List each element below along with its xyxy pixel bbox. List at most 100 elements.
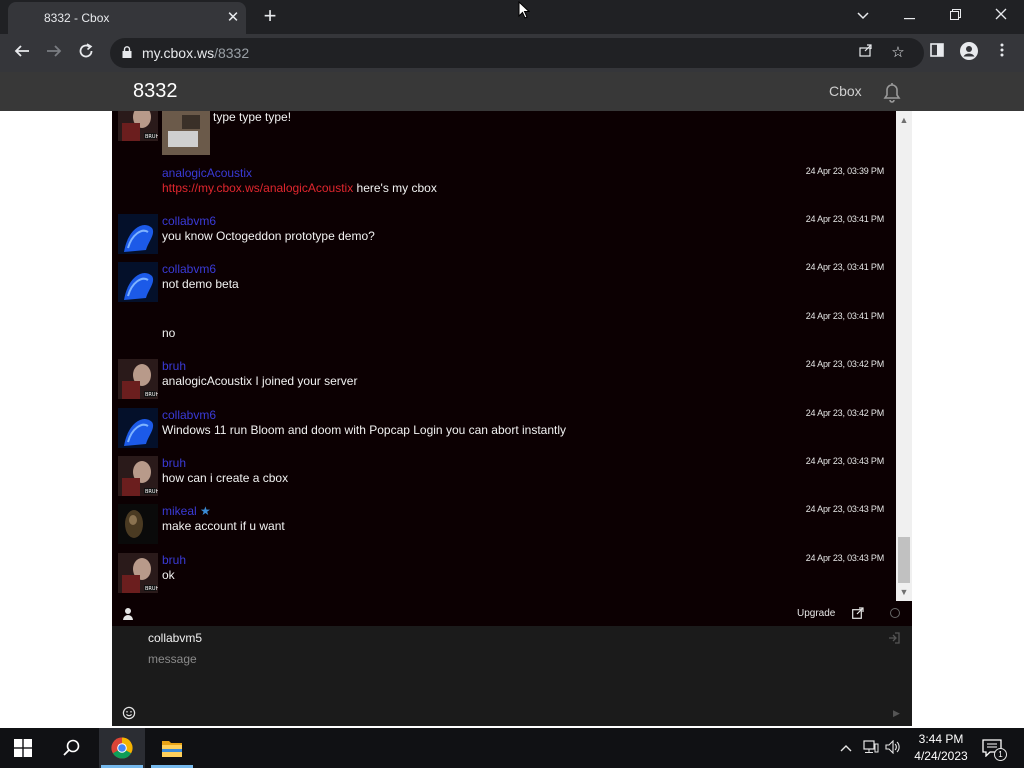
chat-toolbar: Upgrade — [112, 601, 912, 626]
scroll-up-arrow-icon[interactable]: ▲ — [896, 113, 912, 127]
message-timestamp: 24 Apr 23, 03:41 PM — [805, 311, 884, 321]
scroll-down-arrow-icon[interactable]: ▼ — [896, 585, 912, 599]
forward-icon[interactable] — [41, 40, 67, 66]
tab-strip: 8332 - Cbox ✕ + — [0, 0, 1024, 34]
windows-start-icon[interactable] — [14, 739, 32, 757]
chat-message: mikeal ★ make account if u want 24 Apr 2… — [112, 504, 896, 548]
message-username[interactable]: bruh — [162, 553, 186, 567]
reload-icon[interactable] — [73, 40, 99, 66]
bruh-avatar: BRUH — [118, 359, 158, 399]
message-username[interactable]: collabvm6 — [162, 262, 216, 276]
message-username[interactable]: analogicAcoustix — [162, 166, 252, 180]
chat-message: no 24 Apr 23, 03:41 PM — [112, 311, 896, 347]
message-username[interactable]: mikeal ★ — [162, 504, 211, 518]
message-timestamp: 24 Apr 23, 03:42 PM — [805, 359, 884, 369]
image-thumbnail[interactable] — [162, 111, 210, 155]
bruh-avatar: BRUH — [118, 111, 158, 141]
message-username[interactable]: bruh — [162, 359, 186, 373]
minimize-icon[interactable] — [886, 0, 932, 30]
message-text: Windows 11 run Bloom and doom with Popca… — [162, 423, 567, 437]
lock-icon — [122, 46, 132, 58]
svg-text:BRUH: BRUH — [145, 392, 158, 398]
message-timestamp: 24 Apr 23, 03:43 PM — [805, 456, 884, 466]
sign-in-icon[interactable] — [888, 632, 900, 644]
chat-message: BRUH bruh ok 24 Apr 23, 03:43 PM — [112, 553, 896, 597]
volume-icon[interactable] — [885, 739, 901, 756]
message-text: analogicAcoustix I joined your server — [162, 374, 358, 388]
message-text: no — [162, 326, 176, 340]
new-tab-icon[interactable]: + — [258, 5, 282, 29]
message-link[interactable]: https://my.cbox.ws/analogicAcoustix — [162, 181, 353, 195]
message-timestamp: 24 Apr 23, 03:43 PM — [805, 553, 884, 563]
menu-icon[interactable] — [991, 42, 1013, 64]
message-text: you know Octogeddon prototype demo? — [162, 229, 375, 243]
cbox-header: 8332 Cbox — [0, 72, 1024, 111]
star-badge-icon: ★ — [200, 504, 211, 518]
user-icon[interactable] — [122, 607, 134, 620]
external-link-icon[interactable] — [852, 607, 864, 619]
bookmark-star-icon[interactable]: ☆ — [888, 43, 908, 63]
back-icon[interactable] — [9, 40, 35, 66]
message-timestamp: 24 Apr 23, 03:41 PM — [805, 214, 884, 224]
folder-icon — [162, 741, 182, 757]
windows-taskbar: 3:44 PM 4/24/2023 1 — [0, 728, 1024, 768]
message-timestamp: 24 Apr 23, 03:42 PM — [805, 408, 884, 418]
tray-chevron-up-icon[interactable] — [838, 740, 854, 756]
collabvm-avatar — [118, 262, 158, 302]
close-window-icon[interactable] — [978, 0, 1024, 30]
collabvm-avatar — [118, 408, 158, 448]
message-text: make account if u want — [162, 519, 285, 533]
message-text: ok — [162, 568, 175, 582]
chat-messages[interactable]: BRUH type type type! analogicAcoustix ht… — [112, 111, 912, 601]
chat-scrollbar[interactable]: ▲ ▼ — [896, 111, 912, 601]
chrome-taskbar-button[interactable] — [99, 728, 145, 768]
profile-icon[interactable] — [958, 42, 980, 64]
chat-message: BRUH bruh analogicAcoustix I joined your… — [112, 359, 896, 403]
send-arrow-icon[interactable]: ▶ — [893, 708, 901, 718]
file-explorer-taskbar-button[interactable] — [149, 728, 195, 768]
bell-icon[interactable] — [879, 79, 905, 105]
message-text: not demo beta — [162, 277, 239, 291]
svg-text:BRUH: BRUH — [145, 586, 158, 592]
chat-message: collabvm6 you know Octogeddon prototype … — [112, 214, 896, 258]
network-icon[interactable] — [863, 740, 879, 756]
message-username[interactable]: collabvm6 — [162, 408, 216, 422]
upgrade-link[interactable]: Upgrade — [797, 608, 835, 619]
tab-search-icon[interactable] — [840, 0, 886, 30]
emoji-icon[interactable] — [122, 706, 136, 720]
chat-message: collabvm6 Windows 11 run Bloom and doom … — [112, 408, 896, 452]
message-timestamp: 24 Apr 23, 03:39 PM — [805, 166, 884, 176]
address-bar[interactable]: my.cbox.ws/8332 ☆ — [110, 38, 924, 68]
message-text: https://my.cbox.ws/analogicAcoustix here… — [162, 181, 437, 195]
cbox-brand-link[interactable]: Cbox — [829, 83, 862, 99]
bruh-avatar: BRUH — [118, 456, 158, 496]
chat-message: BRUH type type type! — [112, 111, 896, 157]
clock-time: 3:44 PM — [918, 732, 964, 746]
search-icon[interactable] — [62, 738, 82, 758]
svg-text:BRUH: BRUH — [145, 134, 158, 140]
bruh-avatar: BRUH — [118, 553, 158, 593]
collabvm-avatar — [118, 214, 158, 254]
message-timestamp: 24 Apr 23, 03:43 PM — [805, 504, 884, 514]
svg-text:BRUH: BRUH — [145, 489, 158, 495]
message-text: type type type! — [213, 111, 292, 124]
status-circle-icon[interactable] — [890, 608, 900, 618]
chat-message: collabvm6 not demo beta 24 Apr 23, 03:41… — [112, 262, 896, 306]
chat-message: analogicAcoustix https://my.cbox.ws/anal… — [112, 166, 896, 206]
page-title: 8332 — [133, 80, 178, 102]
browser-toolbar: my.cbox.ws/8332 ☆ — [0, 34, 1024, 72]
taskbar-clock[interactable]: 3:44 PM 4/24/2023 — [906, 731, 976, 765]
restore-icon[interactable] — [932, 0, 978, 30]
mouse-cursor-icon — [518, 1, 530, 19]
close-tab-icon[interactable]: ✕ — [224, 9, 242, 27]
scroll-thumb[interactable] — [898, 537, 910, 583]
share-icon[interactable] — [856, 43, 876, 63]
message-username[interactable]: collabvm6 — [162, 214, 216, 228]
url-text: my.cbox.ws/8332 — [142, 45, 250, 61]
compose-username[interactable]: collabvm5 — [148, 631, 202, 645]
message-username[interactable]: bruh — [162, 456, 186, 470]
message-input[interactable] — [148, 652, 848, 666]
chrome-icon — [111, 737, 133, 759]
browser-tab[interactable]: 8332 - Cbox ✕ — [8, 2, 246, 34]
side-panel-icon[interactable] — [926, 42, 948, 64]
